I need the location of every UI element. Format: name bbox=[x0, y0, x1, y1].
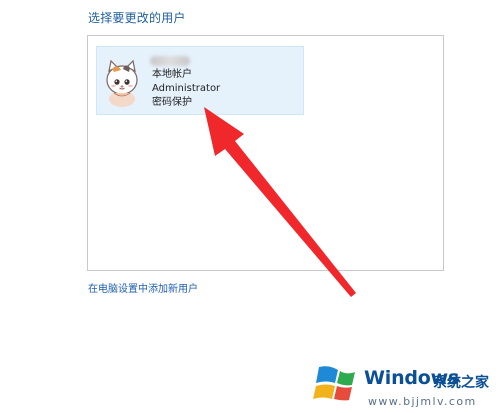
site-watermark: Windows 系统之家 www.bjjmlv.com bbox=[308, 364, 500, 413]
add-new-user-link[interactable]: 在电脑设置中添加新用户 bbox=[88, 280, 198, 295]
watermark-url: www.bjjmlv.com bbox=[368, 395, 477, 408]
user-list-panel: 本地帐户 Administrator 密码保护 bbox=[87, 35, 444, 271]
user-tile-administrator[interactable]: 本地帐户 Administrator 密码保护 bbox=[96, 46, 304, 115]
password-status-label: 密码保护 bbox=[152, 97, 192, 108]
windows-logo-icon bbox=[313, 366, 355, 401]
user-name-redacted bbox=[150, 56, 190, 66]
account-type-label: 本地帐户 bbox=[152, 69, 192, 80]
watermark-site-name: 系统之家 bbox=[433, 375, 489, 391]
account-role-label: Administrator bbox=[152, 83, 221, 94]
page-title: 选择要更改的用户 bbox=[88, 11, 186, 25]
cat-avatar-icon bbox=[106, 59, 138, 107]
